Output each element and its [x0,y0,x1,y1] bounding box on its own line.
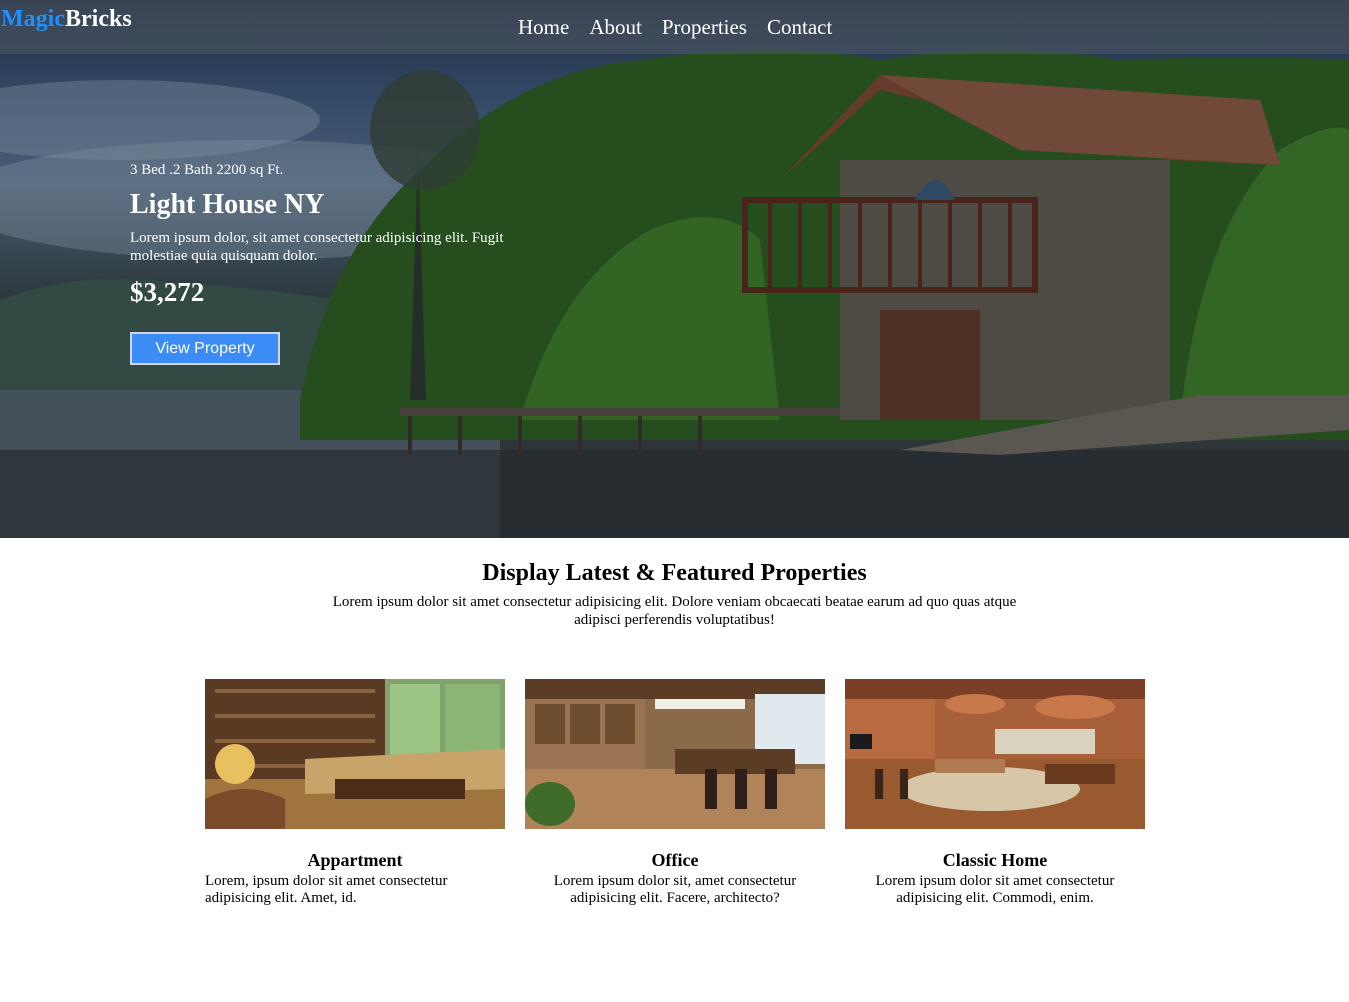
property-title: Light House NY [130,189,325,220]
card-description: Lorem ipsum dolor sit amet consectetur a… [875,873,1115,906]
section-description: Lorem ipsum dolor sit amet consectetur a… [332,594,1017,628]
section-title: Display Latest & Featured Properties [482,560,867,586]
featured-properties-section: Display Latest & Featured Properties Lor… [0,560,1349,629]
brand-logo-part-bricks: Bricks [64,6,132,32]
hero-banner: MagicBricks Home About Properties Contac… [0,0,1349,538]
main-nav: Home About Properties Contact [518,15,832,40]
brand-logo[interactable]: MagicBricks [1,6,132,33]
appartment-living-room-image[interactable] [205,679,505,829]
property-price: $3,272 [130,277,205,307]
property-card-classic-home[interactable]: Classic Home Lorem ipsum dolor sit amet … [845,679,1145,907]
card-description: Lorem ipsum dolor sit, amet consectetur … [553,873,797,906]
property-card-office[interactable]: Office Lorem ipsum dolor sit, amet conse… [525,679,825,907]
card-title: Office [651,850,699,870]
property-description: Lorem ipsum dolor, sit amet consectetur … [130,230,504,264]
nav-home-link[interactable]: Home [518,15,569,40]
office-kitchen-image[interactable] [525,679,825,829]
card-title: Appartment [307,850,403,870]
brand-logo-part-magic: Magic [1,6,65,32]
property-cards: Appartment Lorem, ipsum dolor sit amet c… [205,679,1145,907]
card-description: Lorem, ipsum dolor sit amet consectetur … [205,873,448,906]
hero-content: 3 Bed .2 Bath 2200 sq Ft. Light House NY… [130,160,510,308]
navbar: MagicBricks Home About Properties Contac… [0,0,1349,54]
nav-contact-link[interactable]: Contact [767,15,832,40]
card-title: Classic Home [942,850,1048,870]
property-card-appartment[interactable]: Appartment Lorem, ipsum dolor sit amet c… [205,679,505,907]
nav-about-link[interactable]: About [589,15,642,40]
property-specs: 3 Bed .2 Bath 2200 sq Ft. [130,162,284,178]
nav-properties-link[interactable]: Properties [662,15,747,40]
view-property-button[interactable]: View Property [130,332,280,365]
classic-home-billiard-room-image[interactable] [845,679,1145,829]
